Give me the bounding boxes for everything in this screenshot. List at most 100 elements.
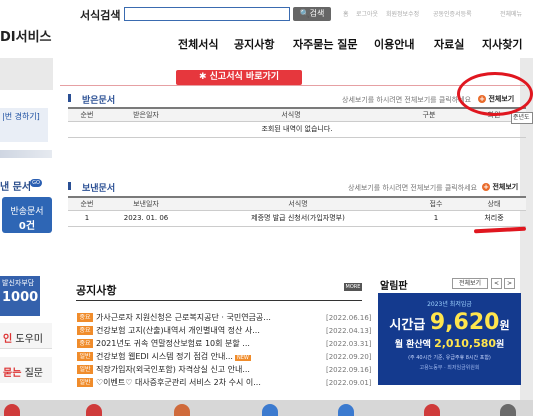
faq-prefix: 묻는	[3, 368, 22, 379]
go-button[interactable]: GO	[30, 179, 42, 187]
sent-table: 순번 보낸일자 서식명 접수 상태 1 2023. 01. 06 제증명 발급 …	[68, 196, 526, 227]
util-link-logout[interactable]: 로그아웃	[356, 9, 378, 18]
returned-docs-label: 반송문서	[10, 207, 44, 217]
account-change-link[interactable]: |번 경하기]	[0, 108, 48, 142]
tag-badge: 일반	[77, 378, 93, 387]
list-item[interactable]: 일반 ♡이벤트♡ 대사증후군관리 서비스 2차 수시 이...	[77, 377, 261, 388]
notice-text: 직장가입자(외국인포함) 자격상실 신고 안내...	[96, 365, 250, 374]
bottom-link-icon[interactable]	[86, 404, 102, 416]
wage-note: (주 40시간 기준, 유급주휴 8시간 포함)	[408, 355, 491, 361]
nav-faq[interactable]: 자주묻는 질문	[293, 36, 358, 52]
brand-logo[interactable]: DI서비스	[0, 26, 52, 45]
left-blurred-info	[0, 150, 52, 158]
col-status: 상태	[462, 196, 526, 211]
notice-date: [2022.04.13]	[326, 327, 372, 335]
notice-text: 건강보험 웹EDI 시스템 정기 점검 안내...	[96, 352, 233, 361]
fee-banner-caption: 발신자부담	[2, 279, 35, 287]
form-shortcut-tab[interactable]: ✱ 신고서식 바로가기	[176, 70, 302, 85]
minimum-wage-banner[interactable]: 2023년 최저임금 시간급 9,620원 월 환산액 2,010,580원 (…	[378, 293, 521, 385]
bottom-link-icon[interactable]	[500, 404, 516, 416]
col-receipt: 접수	[410, 196, 462, 211]
notice-date: [2022.09.01]	[326, 379, 372, 387]
wage-org: 고용노동부 · 최저임금위원회	[419, 365, 480, 371]
util-link-cert[interactable]: 공동인증서등록	[433, 9, 472, 18]
row-form-link[interactable]: 제증명 발급 신청서(가입자명부)	[186, 210, 410, 227]
sent-view-all-label: 전체보기	[492, 183, 519, 191]
bottom-link-icon[interactable]	[174, 404, 190, 416]
helper-link[interactable]: 인 도우미	[0, 323, 52, 349]
col-no: 순번	[68, 107, 106, 122]
fee-banner[interactable]: 발신자부담 1000	[0, 276, 40, 316]
util-link-allmenu[interactable]: 전체메뉴	[500, 9, 522, 18]
notice-date: [2022.09.16]	[326, 366, 372, 374]
wage-caption: 2023년 최저임금	[427, 301, 472, 308]
col-type: 구분	[396, 107, 462, 122]
nav-all-forms[interactable]: 전체서식	[178, 36, 218, 52]
sent-bar-icon	[68, 182, 71, 190]
tag-badge: 중요	[77, 313, 93, 322]
col-date: 받은일자	[106, 107, 186, 122]
notice-divider	[76, 300, 362, 301]
empty-message: 조회된 내역이 없습니다.	[68, 121, 526, 138]
wage-monthly: 월 환산액 2,010,580원	[378, 337, 521, 350]
status-badge: 처리중	[484, 214, 504, 222]
monthly-amount: 2,010,580	[434, 337, 497, 350]
table-row[interactable]: 1 2023. 01. 06 제증명 발급 신청서(가입자명부) 1 처리중	[68, 210, 526, 227]
util-link-member[interactable]: 회원정보수정	[386, 9, 419, 18]
sent-title: 보낸문서	[82, 184, 116, 194]
notice-text: 건강보험 고지(산출)내역서 개인별내역 정산 사...	[96, 326, 260, 335]
col-date: 보낸일자	[106, 196, 186, 211]
row-no: 1	[68, 210, 106, 227]
list-item[interactable]: 일반 직장가입자(외국인포함) 자격상실 신고 안내...	[77, 364, 250, 375]
nav-branch[interactable]: 지사찾기	[482, 36, 522, 52]
notice-date: [2022.09.20]	[326, 353, 372, 361]
tooltip: 준년도	[511, 112, 533, 124]
faq-label: 질문	[24, 368, 43, 379]
helper-label: 도우미	[15, 334, 43, 345]
search-input[interactable]	[124, 7, 290, 21]
nav-notice[interactable]: 공지사항	[234, 36, 274, 52]
tag-badge: 중요	[77, 326, 93, 335]
faq-link[interactable]: 묻는 질문	[0, 357, 52, 383]
nav-archive[interactable]: 자료실	[434, 36, 464, 52]
list-item[interactable]: 일반 건강보험 웹EDI 시스템 정기 점검 안내... NEW	[77, 351, 251, 362]
notice-text: 2021년도 귀속 연말정산보험료 10회 분할 ...	[96, 339, 250, 348]
wage-amount: 9,620	[429, 310, 500, 335]
row-receipt: 1	[410, 210, 462, 227]
divider	[60, 85, 525, 86]
returned-docs-banner[interactable]: 반송문서 0건	[2, 197, 52, 233]
search-button-label: 검색	[309, 9, 325, 18]
list-item[interactable]: 중요 2021년도 귀속 연말정산보험료 10회 분할 ...	[77, 338, 250, 349]
wage-unit: 원	[499, 319, 510, 332]
bottom-link-icon[interactable]	[262, 404, 278, 416]
board-prev-button[interactable]: <	[491, 278, 502, 289]
board-next-button[interactable]: >	[504, 278, 515, 289]
bottom-link-icon[interactable]	[424, 404, 440, 416]
notice-text: 가사근로자 지원신청은 근로복지공단 · 국민연금공...	[96, 313, 271, 322]
util-link-home[interactable]: 홈	[343, 9, 349, 18]
col-no: 순번	[68, 196, 106, 211]
tag-badge: 일반	[77, 365, 93, 374]
wage-hourly: 시간급 9,620원	[378, 310, 521, 335]
bottom-link-icon[interactable]	[4, 404, 20, 416]
notice-more-button[interactable]: MORE	[344, 283, 362, 291]
row-status: 처리중	[462, 210, 526, 227]
sent-hint: 상세보기를 하시려면 전체보기를 클릭하세요	[348, 184, 478, 192]
received-hint: 상세보기를 하시려면 전체보기를 클릭하세요	[342, 96, 472, 104]
board-title: 알림판	[380, 281, 408, 292]
board-view-all-button[interactable]: 전체보기	[452, 278, 488, 289]
sent-view-all-button[interactable]: + 전체보기	[482, 182, 518, 192]
tag-badge: 일반	[77, 352, 93, 361]
plus-icon: +	[482, 183, 490, 191]
search-label: 서식검색	[80, 9, 121, 22]
search-button[interactable]: 🔍검색	[293, 7, 331, 21]
new-badge: NEW	[234, 355, 251, 361]
row-date: 2023. 01. 06	[106, 210, 186, 227]
list-item[interactable]: 중요 건강보험 고지(산출)내역서 개인별내역 정산 사...	[77, 325, 260, 336]
col-form: 서식명	[186, 196, 410, 211]
nav-guide[interactable]: 이용안내	[374, 36, 414, 52]
list-item[interactable]: 중요 가사근로자 지원신청은 근로복지공단 · 국민연금공...	[77, 312, 271, 323]
sent-doc-label: 낸 문서	[0, 182, 32, 193]
wage-prefix: 시간급	[389, 318, 426, 333]
bottom-link-icon[interactable]	[338, 404, 354, 416]
